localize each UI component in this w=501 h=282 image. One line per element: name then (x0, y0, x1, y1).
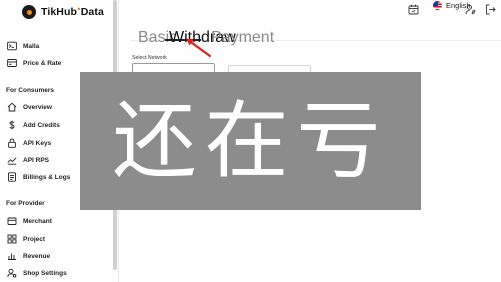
brand-name: TikHub●Data (41, 6, 104, 18)
home-icon (6, 102, 17, 113)
trend-icon (6, 155, 17, 166)
section-title-provider: For Provider (6, 200, 45, 207)
price-tag-icon (6, 58, 17, 69)
grid-icon (6, 234, 17, 245)
calendar-icon[interactable] (408, 2, 419, 15)
sidebar-item-label: Overview (23, 103, 52, 111)
sidebar-item-revenue[interactable]: Revenue (6, 250, 50, 262)
sidebar-item-api-keys[interactable]: API Keys (6, 137, 51, 149)
sidebar-item-label: Revenue (23, 252, 51, 260)
sidebar-item-price-rate[interactable]: Price & Rate (6, 57, 61, 69)
sidebar-item-api-rps[interactable]: API RPS (6, 154, 49, 166)
user-settings-icon (6, 268, 17, 279)
revenue-icon (6, 251, 17, 262)
sidebar-item-label: Price & Rate (23, 59, 62, 67)
sidebar-item-merchant[interactable]: Merchant (6, 215, 52, 227)
sidebar-item-billings-logs[interactable]: Billings & Logs (6, 171, 70, 183)
overlay-text: 还在亏 (112, 92, 389, 190)
section-title-consumers: For Consumers (6, 87, 55, 94)
sidebar-item-malla[interactable]: Malla (6, 40, 39, 52)
sidebar-item-label: Billings & Logs (23, 173, 71, 181)
dollar-icon (6, 120, 17, 131)
sidebar-item-label: API Keys (23, 139, 52, 147)
select-network-label: Select Network (132, 55, 167, 61)
document-icon (6, 172, 17, 183)
logout-icon[interactable] (485, 2, 496, 15)
tikhub-logo-icon (22, 5, 36, 19)
overlay-banner: 还在亏 (80, 72, 421, 210)
merchant-icon (6, 216, 17, 227)
sidebar-item-project[interactable]: Project (6, 233, 45, 245)
sidebar-item-label: Project (23, 235, 46, 243)
sidebar-item-label: Shop Settings (23, 269, 67, 277)
brand-logo[interactable]: TikHub●Data (22, 5, 104, 19)
terminal-icon (6, 41, 17, 52)
us-flag-icon (433, 1, 442, 10)
sidebar-item-shop-settings[interactable]: Shop Settings (6, 267, 67, 279)
red-arrow-annotation (186, 38, 212, 58)
tab-payment[interactable]: Payment (211, 29, 274, 47)
sidebar-item-label: Malla (23, 42, 40, 50)
sidebar-item-overview[interactable]: Overview (6, 101, 52, 113)
sidebar-item-label: Merchant (23, 217, 52, 225)
lock-icon (6, 138, 17, 149)
user-switch-icon[interactable] (465, 2, 476, 15)
sidebar-item-label: API RPS (23, 156, 50, 164)
sidebar-item-add-credits[interactable]: Add Credits (6, 119, 60, 131)
sidebar-item-label: Add Credits (23, 121, 60, 129)
